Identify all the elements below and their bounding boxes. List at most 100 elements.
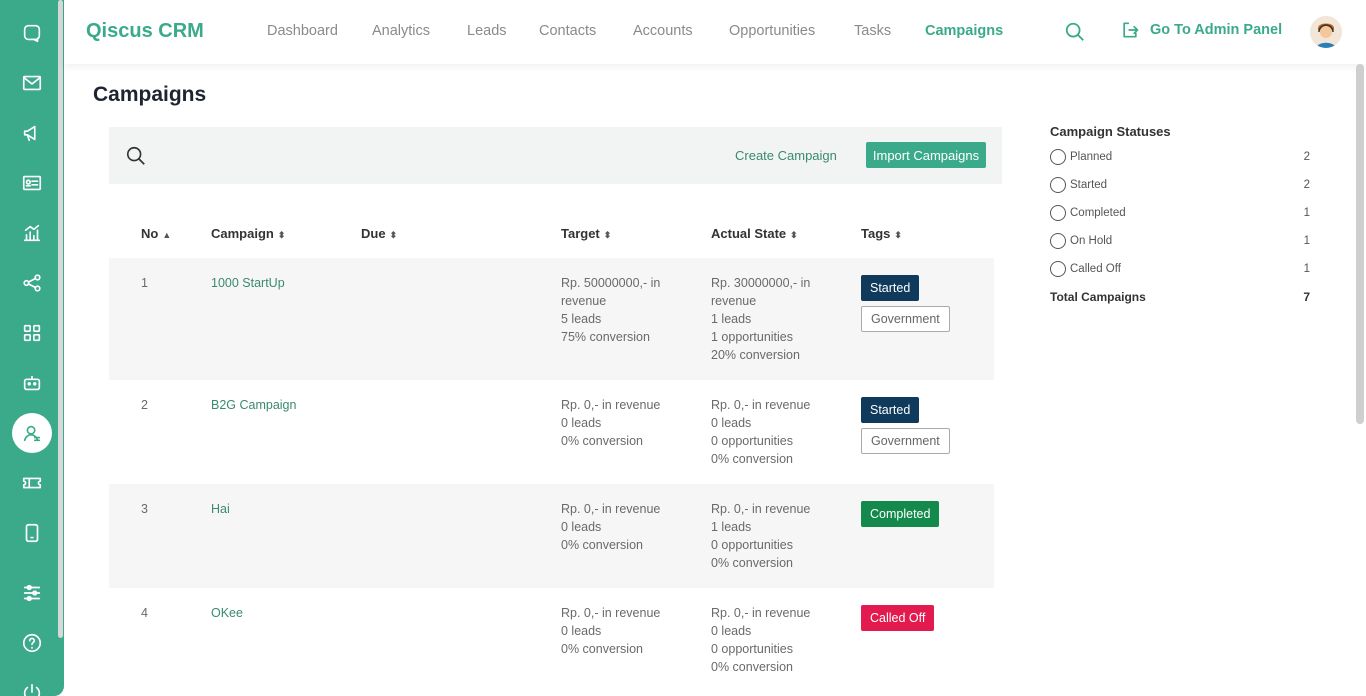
total-campaigns: Total Campaigns 7 — [1050, 290, 1310, 304]
admin-panel-link[interactable]: Go To Admin Panel — [1120, 20, 1282, 40]
help-icon[interactable] — [12, 623, 52, 663]
status-count: 1 — [1303, 207, 1310, 219]
col-header-label: Due — [361, 226, 386, 241]
sort-icon: ⬍ — [389, 230, 398, 240]
campaign-toolbar: Create Campaign Import Campaigns — [109, 127, 1002, 184]
status-badge[interactable]: Started — [861, 397, 920, 423]
top-bar: Qiscus CRM Dashboard Analytics Leads Con… — [64, 0, 1366, 64]
share-icon[interactable] — [12, 263, 52, 303]
row-number: 4 — [141, 606, 148, 620]
col-header-no[interactable]: No ▲ — [141, 226, 171, 241]
nav-dashboard[interactable]: Dashboard — [267, 23, 338, 39]
chat-icon[interactable] — [12, 13, 52, 53]
admin-panel-label: Go To Admin Panel — [1150, 22, 1283, 38]
target-cell: Rp. 50000000,- in revenue 5 leads 75% co… — [561, 276, 661, 344]
col-header-target[interactable]: Target ⬍ — [561, 226, 611, 241]
nav-contacts[interactable]: Contacts — [539, 23, 596, 39]
nav-campaigns[interactable]: Campaigns — [925, 23, 1003, 39]
status-checkbox[interactable] — [1050, 149, 1066, 165]
status-label: Called Off — [1070, 263, 1121, 275]
status-label: Completed — [1070, 207, 1126, 219]
status-filter-planned[interactable]: Planned 2 — [1050, 148, 1310, 166]
tag-badge[interactable]: Government — [861, 306, 950, 332]
apps-grid-icon[interactable] — [12, 313, 52, 353]
status-label: Planned — [1070, 151, 1113, 163]
status-count: 1 — [1303, 235, 1310, 247]
sort-icon: ⬍ — [894, 230, 902, 240]
col-header-label: Tags — [861, 226, 891, 241]
status-filter-called-off[interactable]: Called Off 1 — [1050, 260, 1310, 278]
actual-state-cell: Rp. 30000000,- in revenue 1 leads 1 oppo… — [711, 276, 811, 362]
status-count: 2 — [1303, 151, 1310, 163]
sort-icon: ⬍ — [277, 230, 286, 240]
mail-icon[interactable] — [12, 63, 52, 103]
tablet-icon[interactable] — [12, 513, 52, 553]
megaphone-icon[interactable] — [12, 113, 52, 153]
avatar[interactable] — [1310, 16, 1342, 48]
status-badge[interactable]: Started — [861, 275, 920, 301]
status-label: Started — [1070, 179, 1108, 191]
status-filter-completed[interactable]: Completed 1 — [1050, 204, 1310, 222]
status-checkbox[interactable] — [1050, 177, 1066, 193]
col-header-actual-state[interactable]: Actual State ⬍ — [711, 226, 798, 241]
campaign-name-link[interactable]: OKee — [211, 604, 243, 622]
crm-user-icon[interactable] — [12, 413, 52, 453]
row-number: 2 — [141, 398, 148, 412]
actual-state-cell: Rp. 0,- in revenue 0 leads 0 opportuniti… — [711, 606, 811, 674]
power-icon[interactable] — [12, 673, 52, 696]
tag-badge[interactable]: Government — [861, 428, 950, 454]
col-header-label: Target — [561, 226, 600, 241]
ticket-icon[interactable] — [12, 463, 52, 503]
row-number: 3 — [141, 502, 148, 516]
sort-asc-icon: ▲ — [162, 230, 172, 240]
nav-accounts[interactable]: Accounts — [633, 23, 693, 39]
user-avatar-icon — [1310, 16, 1342, 48]
settings-sliders-icon[interactable] — [12, 573, 52, 613]
sidebar-scrollbar[interactable] — [58, 0, 63, 638]
nav-tasks[interactable]: Tasks — [854, 23, 891, 39]
sidebar-rail — [0, 0, 64, 696]
col-header-due[interactable]: Due ⬍ — [361, 226, 397, 241]
nav-opportunities[interactable]: Opportunities — [729, 23, 815, 39]
status-filter-started[interactable]: Started 2 — [1050, 176, 1310, 194]
status-label: On Hold — [1070, 235, 1113, 247]
total-campaigns-label: Total Campaigns — [1050, 290, 1146, 304]
bot-icon[interactable] — [12, 363, 52, 403]
status-checkbox[interactable] — [1050, 233, 1066, 249]
col-header-campaign[interactable]: Campaign ⬍ — [211, 226, 285, 241]
table-row[interactable]: 3 Hai Rp. 0,- in revenue 0 leads 0% conv… — [109, 484, 994, 588]
status-badge[interactable]: Completed — [861, 501, 940, 527]
nav-leads[interactable]: Leads — [467, 23, 507, 39]
col-header-label: No — [141, 226, 159, 241]
col-header-label: Actual State — [711, 226, 787, 241]
table-row[interactable]: 2 B2G Campaign Rp. 0,- in revenue 0 lead… — [109, 380, 994, 484]
campaign-name-link[interactable]: B2G Campaign — [211, 396, 296, 414]
status-count: 1 — [1303, 263, 1310, 275]
col-header-tags[interactable]: Tags ⬍ — [861, 226, 902, 241]
page-scrollbar[interactable] — [1356, 64, 1364, 424]
import-campaigns-button[interactable]: Import Campaigns — [866, 142, 986, 168]
search-icon[interactable] — [1064, 21, 1086, 43]
page-title: Campaigns — [93, 83, 207, 106]
sort-icon: ⬍ — [790, 230, 798, 240]
table-row[interactable]: 4 OKee Rp. 0,- in revenue 0 leads 0% con… — [109, 588, 994, 696]
nav-analytics[interactable]: Analytics — [372, 23, 430, 39]
total-campaigns-count: 7 — [1303, 290, 1310, 304]
status-badge[interactable]: Called Off — [861, 605, 935, 631]
campaign-name-link[interactable]: 1000 StartUp — [211, 274, 285, 292]
row-number: 1 — [141, 276, 148, 290]
status-filter-on-hold[interactable]: On Hold 1 — [1050, 232, 1310, 250]
brand-logo[interactable]: Qiscus CRM — [86, 20, 204, 43]
status-checkbox[interactable] — [1050, 205, 1066, 221]
create-campaign-link[interactable]: Create Campaign — [735, 148, 837, 163]
sort-icon: ⬍ — [603, 230, 612, 240]
analytics-icon[interactable] — [12, 213, 52, 253]
campaign-name-link[interactable]: Hai — [211, 500, 230, 518]
contact-card-icon[interactable] — [12, 163, 52, 203]
actual-state-cell: Rp. 0,- in revenue 0 leads 0 opportuniti… — [711, 398, 811, 466]
search-icon[interactable] — [125, 145, 147, 167]
target-cell: Rp. 0,- in revenue 0 leads 0% conversion — [561, 502, 661, 552]
status-checkbox[interactable] — [1050, 261, 1066, 277]
table-row[interactable]: 1 1000 StartUp Rp. 50000000,- in revenue… — [109, 258, 994, 380]
status-count: 2 — [1303, 179, 1310, 191]
